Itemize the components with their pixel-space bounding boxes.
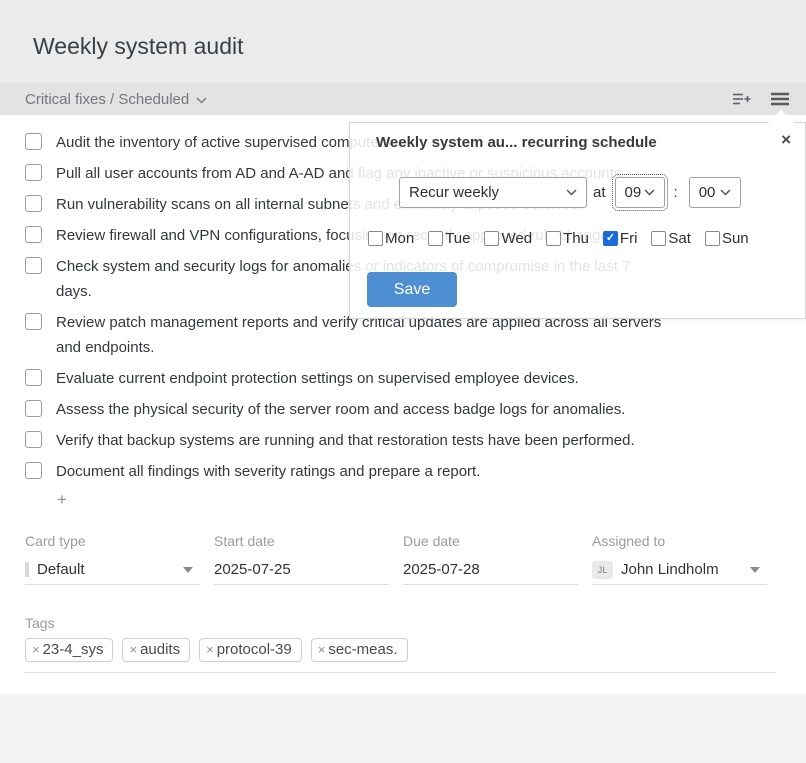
checklist-item: Evaluate current endpoint protection set… (25, 366, 775, 391)
tags-section: Tags × 23-4_sys × audits × protocol-39 ×… (25, 615, 408, 662)
weekday-checkbox-sun[interactable]: ✓ Sun (705, 230, 749, 247)
card-type-color-bar (25, 562, 29, 577)
checkbox[interactable] (25, 400, 42, 417)
tag-chip: × audits (122, 638, 190, 662)
field-label: Assigned to (592, 533, 781, 549)
breadcrumb: Critical fixes / Scheduled (25, 91, 189, 108)
dropdown-caret-icon (183, 567, 193, 573)
checklist-item-text: Assess the physical security of the serv… (56, 397, 625, 422)
checklist-item: Verify that backup systems are running a… (25, 428, 775, 453)
recurring-schedule-popup: Weekly system au... recurring schedule ×… (349, 122, 806, 319)
field-label: Card type (25, 533, 214, 549)
checklist-item-text: Evaluate current endpoint protection set… (56, 366, 579, 391)
recurrence-select[interactable]: Recur weekly (399, 177, 587, 208)
remove-tag-icon[interactable]: × (129, 642, 137, 657)
tags-label: Tags (25, 615, 408, 631)
checkbox[interactable] (25, 313, 42, 330)
minute-select[interactable]: 00 (689, 177, 741, 208)
field-label: Start date (214, 533, 403, 549)
checkbox[interactable] (25, 431, 42, 448)
page-footer (0, 694, 806, 763)
popup-arrow (768, 110, 794, 123)
tag-chip: × sec-meas. (311, 638, 408, 662)
chevron-down-icon (196, 97, 207, 104)
weekday-checkbox-tue[interactable]: ✓ Tue (428, 230, 470, 247)
checkbox: ✓ (603, 231, 618, 246)
checkbox[interactable] (25, 369, 42, 386)
start-date-input[interactable]: 2025-07-25 (214, 555, 389, 585)
popup-title: Weekly system au... recurring schedule (376, 134, 657, 151)
weekday-checkbox-fri[interactable]: ✓ Fri (603, 230, 638, 247)
checklist-item-text: Audit the inventory of active supervised… (56, 130, 395, 155)
checklist-item: Document all findings with severity rati… (25, 459, 775, 484)
weekday-checkbox-thu[interactable]: ✓ Thu (546, 230, 589, 247)
section-divider (25, 672, 775, 673)
field-card-type: Card type Default (25, 533, 214, 585)
checkbox: ✓ (484, 231, 499, 246)
avatar: JL (592, 561, 613, 579)
remove-tag-icon[interactable]: × (318, 642, 326, 657)
checkbox[interactable] (25, 462, 42, 479)
list-add-icon (733, 92, 752, 106)
chevron-down-icon (566, 189, 577, 196)
tag-chip: × protocol-39 (199, 638, 302, 662)
menu-icon (771, 92, 789, 106)
checklist-item-text: Document all findings with severity rati… (56, 459, 480, 484)
field-due-date: Due date 2025-07-28 (403, 533, 592, 585)
checkbox: ✓ (705, 231, 720, 246)
checkbox[interactable] (25, 164, 42, 181)
due-date-input[interactable]: 2025-07-28 (403, 555, 578, 585)
page-header: Weekly system audit (0, 0, 806, 83)
schedule-controls: Recur weekly at 09 : 00 (399, 177, 741, 208)
card-detail-page: Weekly system audit Critical fixes / Sch… (0, 0, 806, 763)
chevron-down-icon (720, 189, 731, 196)
field-assigned-to: Assigned to JL John Lindholm (592, 533, 781, 585)
at-label: at (593, 184, 606, 201)
dropdown-caret-icon (750, 567, 760, 573)
checkbox[interactable] (25, 195, 42, 212)
weekday-checkbox-sat[interactable]: ✓ Sat (651, 230, 691, 247)
checklist-item-text: Verify that backup systems are running a… (56, 428, 635, 453)
field-label: Due date (403, 533, 592, 549)
tag-list: × 23-4_sys × audits × protocol-39 × sec-… (25, 638, 408, 662)
save-button[interactable]: Save (367, 272, 457, 307)
page-title: Weekly system audit (33, 33, 243, 60)
checklist-item: Assess the physical security of the serv… (25, 397, 775, 422)
close-icon[interactable]: × (781, 130, 791, 150)
remove-tag-icon[interactable]: × (32, 642, 40, 657)
add-checklist-item-button[interactable]: + (57, 490, 77, 510)
checkbox: ✓ (546, 231, 561, 246)
checkbox[interactable] (25, 133, 42, 150)
weekday-row: ✓ Mon ✓ Tue ✓ Wed ✓ Thu ✓ Fri ✓ Sat (368, 230, 749, 247)
weekday-checkbox-wed[interactable]: ✓ Wed (484, 230, 532, 247)
board-column-dropdown[interactable]: Critical fixes / Scheduled (25, 91, 207, 108)
time-separator: : (674, 184, 678, 201)
checkbox: ✓ (428, 231, 443, 246)
field-start-date: Start date 2025-07-25 (214, 533, 403, 585)
add-list-button[interactable] (733, 92, 752, 106)
checkbox: ✓ (368, 231, 383, 246)
weekday-checkbox-mon[interactable]: ✓ Mon (368, 230, 414, 247)
toolbar: Critical fixes / Scheduled (0, 83, 806, 115)
assignee-select[interactable]: JL John Lindholm (592, 555, 767, 585)
card-type-select[interactable]: Default (25, 555, 200, 585)
checkbox: ✓ (651, 231, 666, 246)
hour-select[interactable]: 09 (615, 177, 665, 208)
check-icon: ✓ (606, 233, 615, 244)
checkbox[interactable] (25, 226, 42, 243)
card-menu-button[interactable] (771, 92, 789, 106)
card-fields: Card type Default Start date 2025-07-25 … (25, 533, 781, 585)
chevron-down-icon (644, 189, 655, 196)
tag-chip: × 23-4_sys (25, 638, 113, 662)
remove-tag-icon[interactable]: × (206, 642, 214, 657)
checkbox[interactable] (25, 257, 42, 274)
